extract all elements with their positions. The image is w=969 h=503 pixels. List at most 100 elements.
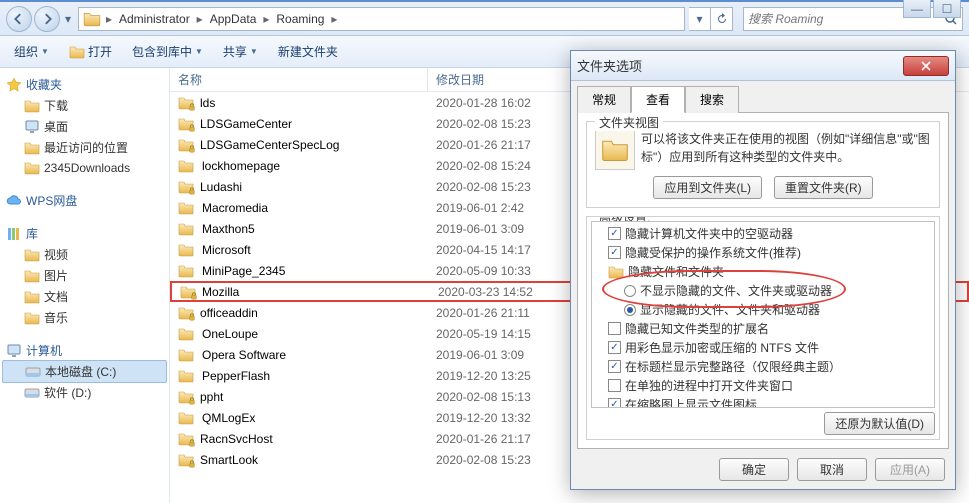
star-icon: [6, 77, 22, 93]
file-date: 2019-06-01 3:09: [428, 348, 583, 362]
file-name: Macromedia: [202, 201, 268, 215]
checkbox-icon[interactable]: [608, 360, 621, 373]
file-date: 2020-02-08 15:23: [428, 453, 583, 467]
share-menu[interactable]: 共享▼: [217, 40, 264, 63]
tab-view[interactable]: 查看: [631, 86, 685, 113]
checkbox-icon[interactable]: [608, 227, 621, 240]
open-button[interactable]: 打开: [63, 40, 118, 63]
folder-icon: [178, 326, 194, 342]
file-name: LDSGameCenter: [200, 117, 292, 131]
opt-show-hidden[interactable]: 显示隐藏的文件、文件夹和驱动器: [594, 300, 932, 319]
file-name: OneLoupe: [202, 327, 258, 341]
checkbox-icon[interactable]: [608, 322, 621, 335]
file-name: MiniPage_2345: [202, 264, 285, 278]
checkbox-icon[interactable]: [608, 398, 621, 408]
chevron-right-icon[interactable]: ▸: [103, 12, 115, 26]
file-name: Mozilla: [202, 285, 239, 299]
close-button[interactable]: [903, 56, 949, 76]
breadcrumb-seg-roaming[interactable]: Roaming: [272, 12, 328, 26]
sidebar-item-downloads[interactable]: 下载: [0, 95, 169, 116]
sidebar-item-video[interactable]: 视频: [0, 244, 169, 265]
opt-dont-show-hidden[interactable]: 不显示隐藏的文件、文件夹或驱动器: [594, 281, 932, 300]
sidebar-item-drive-d[interactable]: 软件 (D:): [0, 382, 169, 403]
forward-button[interactable]: [34, 6, 60, 32]
breadcrumb-seg-appdata[interactable]: AppData: [206, 12, 261, 26]
folder-icon: [83, 10, 101, 28]
video-icon: [24, 247, 40, 263]
sidebar-wps[interactable]: WPS网盘: [0, 190, 169, 211]
sidebar-item-pictures[interactable]: 图片: [0, 265, 169, 286]
file-name: SmartLook: [200, 453, 258, 467]
dialog-title: 文件夹选项: [577, 56, 903, 75]
cancel-button[interactable]: 取消: [797, 458, 867, 481]
sidebar-item-2345[interactable]: 2345Downloads: [0, 158, 169, 178]
sidebar-favorites[interactable]: 收藏夹: [0, 74, 169, 95]
chevron-right-icon[interactable]: ▸: [328, 12, 340, 26]
lock-icon: [188, 460, 196, 468]
file-date: 2020-01-28 16:02: [428, 96, 583, 110]
opt-thumb-icon[interactable]: 在缩略图上显示文件图标: [594, 395, 932, 408]
tab-general[interactable]: 常规: [577, 86, 631, 113]
file-date: 2020-02-08 15:23: [428, 117, 583, 131]
folder-icon: [24, 140, 40, 156]
opt-hidden-files[interactable]: 隐藏文件和文件夹: [594, 262, 932, 281]
file-name: Maxthon5: [202, 222, 255, 236]
file-date: 2019-12-20 13:25: [428, 369, 583, 383]
advanced-tree[interactable]: 隐藏计算机文件夹中的空驱动器 隐藏受保护的操作系统文件(推荐) 隐藏文件和文件夹…: [591, 221, 935, 408]
file-date: 2020-03-23 14:52: [430, 285, 585, 299]
column-name[interactable]: 名称: [170, 68, 428, 91]
computer-icon: [6, 343, 22, 359]
file-name: ppht: [200, 390, 223, 404]
file-name: QMLogEx: [202, 411, 255, 425]
sidebar-item-recent[interactable]: 最近访问的位置: [0, 137, 169, 158]
opt-hide-ext[interactable]: 隐藏已知文件类型的扩展名: [594, 319, 932, 338]
tab-search[interactable]: 搜索: [685, 86, 739, 113]
checkbox-icon[interactable]: [608, 341, 621, 354]
sidebar: 收藏夹 下载 桌面 最近访问的位置 2345Downloads WPS网盘 库 …: [0, 68, 170, 503]
address-dropdown[interactable]: ▾: [689, 7, 711, 31]
refresh-button[interactable]: [711, 7, 733, 31]
ok-button[interactable]: 确定: [719, 458, 789, 481]
folder-icon: [178, 221, 194, 237]
apply-button[interactable]: 应用(A): [875, 458, 945, 481]
include-menu[interactable]: 包含到库中▼: [126, 40, 209, 63]
organize-menu[interactable]: 组织▼: [8, 40, 55, 63]
chevron-right-icon[interactable]: ▸: [260, 12, 272, 26]
file-name: Ludashi: [200, 180, 242, 194]
sidebar-item-drive-c[interactable]: 本地磁盘 (C:): [2, 360, 167, 383]
checkbox-icon[interactable]: [608, 379, 621, 392]
folder-icon: [24, 98, 40, 114]
sidebar-item-music[interactable]: 音乐: [0, 307, 169, 328]
opt-color-ntfs[interactable]: 用彩色显示加密或压缩的 NTFS 文件: [594, 338, 932, 357]
chevron-right-icon[interactable]: ▸: [194, 12, 206, 26]
maximize-button[interactable]: ☐: [933, 0, 961, 18]
folder-view-icon: [595, 130, 635, 170]
dialog-body: 文件夹视图 可以将该文件夹正在使用的视图（例如"详细信息"或"图标"）应用到所有…: [577, 112, 949, 449]
history-dropdown[interactable]: ▾: [62, 6, 74, 32]
restore-defaults-button[interactable]: 还原为默认值(D): [824, 412, 935, 435]
sidebar-item-documents[interactable]: 文档: [0, 286, 169, 307]
opt-hide-empty-drives[interactable]: 隐藏计算机文件夹中的空驱动器: [594, 224, 932, 243]
minimize-button[interactable]: —: [903, 0, 931, 18]
opt-fullpath-title[interactable]: 在标题栏显示完整路径（仅限经典主题）: [594, 357, 932, 376]
file-date: 2020-02-08 15:23: [428, 180, 583, 194]
reset-folders-button[interactable]: 重置文件夹(R): [774, 176, 873, 199]
breadcrumb[interactable]: ▸ Administrator ▸ AppData ▸ Roaming ▸: [78, 7, 685, 31]
radio-icon[interactable]: [624, 285, 636, 297]
column-date[interactable]: 修改日期: [428, 68, 583, 91]
apply-to-folders-button[interactable]: 应用到文件夹(L): [653, 176, 762, 199]
radio-icon[interactable]: [624, 304, 636, 316]
sidebar-libraries[interactable]: 库: [0, 223, 169, 244]
checkbox-icon[interactable]: [608, 246, 621, 259]
sidebar-item-desktop[interactable]: 桌面: [0, 116, 169, 137]
dialog-titlebar[interactable]: 文件夹选项: [571, 51, 955, 81]
opt-separate-process[interactable]: 在单独的进程中打开文件夹窗口: [594, 376, 932, 395]
new-folder-button[interactable]: 新建文件夹: [272, 40, 344, 63]
back-button[interactable]: [6, 6, 32, 32]
folder-icon: [24, 160, 40, 176]
lock-icon: [188, 187, 196, 195]
breadcrumb-seg-admin[interactable]: Administrator: [115, 12, 194, 26]
opt-hide-protected-os[interactable]: 隐藏受保护的操作系统文件(推荐): [594, 243, 932, 262]
drive-icon: [25, 364, 41, 380]
sidebar-computer[interactable]: 计算机: [0, 340, 169, 361]
